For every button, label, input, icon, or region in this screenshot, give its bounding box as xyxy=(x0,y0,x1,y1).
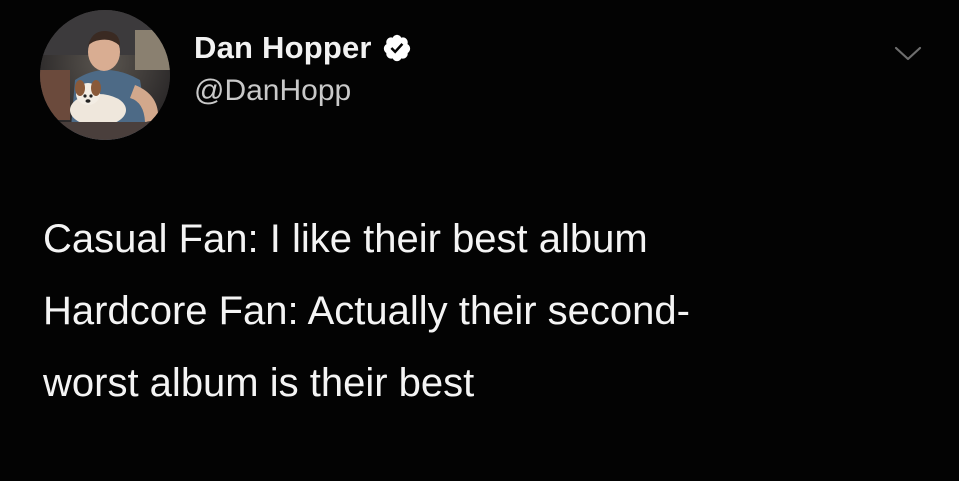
tweet-text: Casual Fan: I like their best album Hard… xyxy=(43,203,923,419)
display-name[interactable]: Dan Hopper xyxy=(194,30,372,66)
user-handle[interactable]: @DanHopp xyxy=(194,74,412,108)
avatar[interactable] xyxy=(40,10,170,140)
profile-photo-icon xyxy=(40,10,170,140)
tweet-menu-button[interactable] xyxy=(893,44,923,64)
chevron-down-icon xyxy=(894,46,922,61)
author-block: Dan Hopper @DanHopp xyxy=(194,28,412,108)
tweet-text-line: worst album is their best xyxy=(43,361,475,405)
tweet-card: Dan Hopper @DanHopp Casual Fan: I like t… xyxy=(0,0,959,481)
name-row: Dan Hopper xyxy=(194,28,412,68)
tweet-text-line: Casual Fan: I like their best album xyxy=(43,217,648,261)
verified-badge-icon xyxy=(382,33,412,63)
tweet-text-line: Hardcore Fan: Actually their second- xyxy=(43,289,690,333)
